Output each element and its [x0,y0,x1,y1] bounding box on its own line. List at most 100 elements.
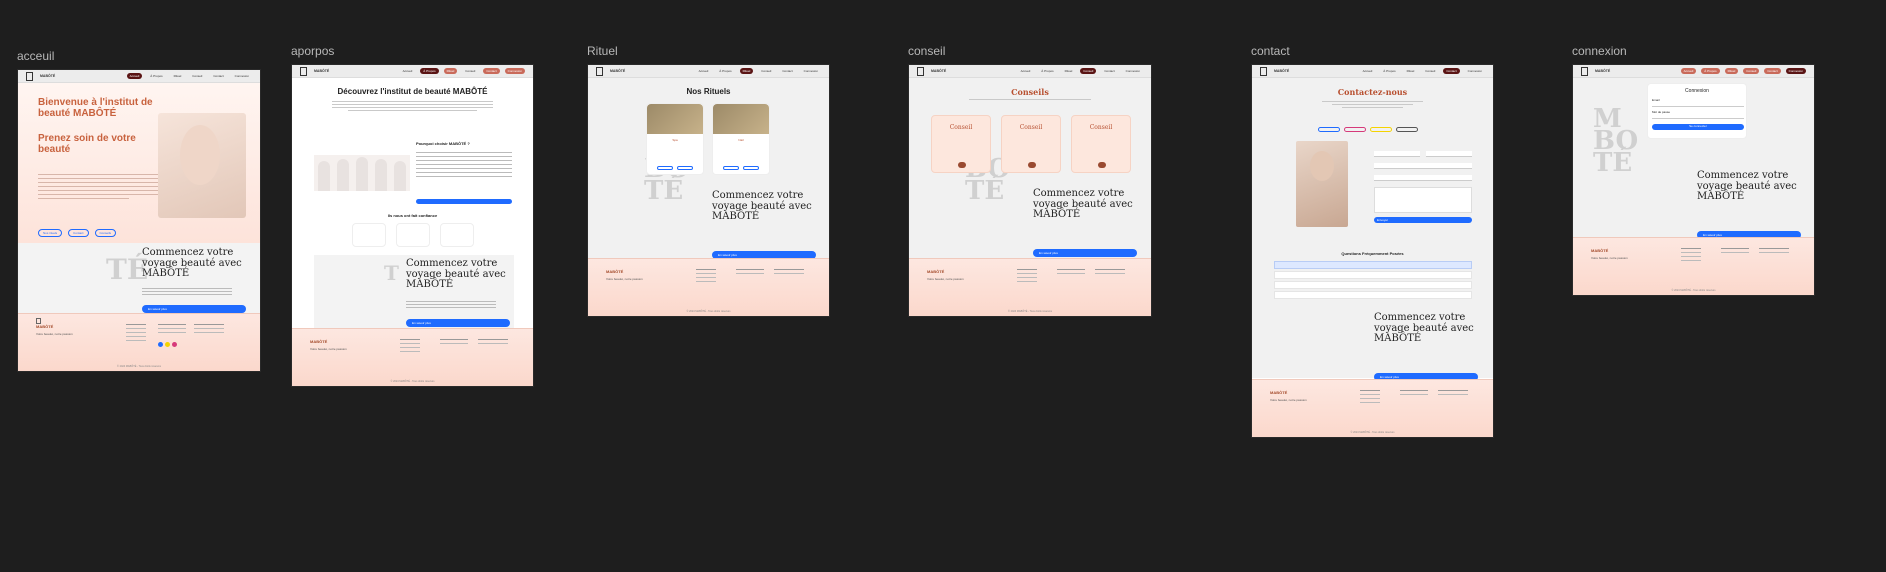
footer-contact-col [1400,388,1428,398]
nav-item-contact[interactable]: Contact [1443,68,1460,74]
nav-item-accueil[interactable]: Accueil [126,73,143,79]
ritual-image [647,104,703,134]
contact-title: Contactez-nous [1337,87,1408,97]
faq-item[interactable] [1274,271,1472,279]
contact-form: Envoyer [1374,151,1472,227]
navbar: MABÔTÉ Accueil À Propos Rituel Conseil C… [1252,65,1493,78]
cta-button[interactable]: En savoir plus [406,319,510,327]
ritual-card[interactable]: Nail [712,103,770,175]
nav-item-contact[interactable]: Contact [1764,68,1781,74]
ritual-book-button[interactable] [743,166,759,170]
footer-nav-col [126,322,146,344]
nav-item-contact[interactable]: Contact [1101,68,1117,74]
ritual-card[interactable]: Spa [646,103,704,175]
nav-item-contact[interactable]: Contact [483,68,500,74]
frame-acceuil: MABÔTÉ Accueil À Propos Rituel Conseil C… [17,69,261,372]
faq-item[interactable] [1274,261,1472,269]
nav-item-connexion[interactable]: Connexion [801,68,821,74]
instagram-button[interactable] [1344,127,1366,132]
nav-item-accueil[interactable]: Accueil [696,68,712,74]
nav-item-accueil[interactable]: Accueil [1360,68,1376,74]
phone-field[interactable] [1374,175,1472,181]
footer-nav-col [1017,267,1037,285]
nav-item-rituel[interactable]: Rituel [171,73,185,79]
nav-item-connexion[interactable]: Connexion [1123,68,1143,74]
nav-item-apropos[interactable]: À Propos [420,68,439,74]
ritual-book-button[interactable] [677,166,693,170]
footer-copyright: © 2024 MABÔTÉ - Tous droits réservés [117,365,161,368]
hero-button-conseils[interactable]: Conseils [94,229,117,237]
hero-button-contact[interactable]: Contact [68,229,89,237]
nav-item-rituel[interactable]: Rituel [1062,68,1076,74]
name-field[interactable] [1374,151,1420,157]
nav-item-rituel[interactable]: Rituel [1404,68,1418,74]
nav-item-conseil[interactable]: Conseil [1422,68,1438,74]
conseils-intro [969,99,1091,100]
nav-brand: MABÔTÉ [314,69,330,73]
nav-item-conseil[interactable]: Conseil [1080,68,1097,74]
conseil-card-button[interactable] [1098,162,1106,168]
cta-title: Commencez votre voyage beauté avec MABÔT… [142,247,242,279]
footer-nav-col [1360,388,1380,406]
ritual-details-button[interactable] [723,166,739,170]
conseil-card-button[interactable] [1028,162,1036,168]
message-field[interactable] [1374,187,1472,213]
footer-hours-col [478,337,508,347]
email-input[interactable] [1652,102,1744,107]
tiktok-button[interactable] [1396,127,1418,132]
nav-item-conseil[interactable]: Conseil [758,68,774,74]
ritual-details-button[interactable] [657,166,673,170]
nav-item-apropos[interactable]: À Propos [1380,68,1398,74]
nav-item-contact[interactable]: Contact [210,73,226,79]
footer-contact-col [440,337,468,347]
nav-brand: MABÔTÉ [40,74,56,78]
nav-item-connexion[interactable]: Connexion [504,68,525,74]
hero: Bienvenue à l'institut de beauté MABÔTÉ … [18,83,260,243]
cta-button[interactable]: En savoir plus [1033,249,1137,257]
nav-item-rituel[interactable]: Rituel [443,68,458,74]
conseil-card-title: Conseil [949,124,973,131]
conseil-card[interactable]: Conseil [1001,115,1061,173]
why-button[interactable] [416,199,512,204]
nav-item-apropos[interactable]: À Propos [1701,68,1720,74]
nav-item-connexion[interactable]: Connexion [1785,68,1806,74]
nav-item-contact[interactable]: Contact [779,68,795,74]
nav-item-connexion[interactable]: Connexion [232,73,252,79]
nav-item-conseil[interactable]: Conseil [1743,68,1760,74]
snapchat-icon[interactable] [165,342,170,347]
cta-text [142,286,232,297]
snapchat-button[interactable] [1370,127,1392,132]
conseil-card-button[interactable] [958,162,966,168]
cta-bg-letters: T [384,261,399,285]
nav-item-accueil[interactable]: Accueil [1680,68,1697,74]
faq-item[interactable] [1274,291,1472,299]
nav-item-connexion[interactable]: Connexion [1465,68,1485,74]
send-button[interactable]: Envoyer [1374,217,1472,223]
faq-item[interactable] [1274,281,1472,289]
nav-item-rituel[interactable]: Rituel [739,68,754,74]
nav-item-conseil[interactable]: Conseil [189,73,205,79]
facebook-icon[interactable] [158,342,163,347]
cta-section: T Commencez votre voyage beauté avec MAB… [314,255,514,331]
password-input[interactable] [1652,114,1744,119]
conseil-card[interactable]: Conseil [1071,115,1131,173]
nav-item-conseil[interactable]: Conseil [462,68,478,74]
instagram-icon[interactable] [172,342,177,347]
facebook-button[interactable] [1318,127,1340,132]
cta-button[interactable]: En savoir plus [142,305,246,313]
nav-brand: MABÔTÉ [931,69,947,73]
nav-item-apropos[interactable]: À Propos [1038,68,1056,74]
conseil-card[interactable]: Conseil [931,115,991,173]
surname-field[interactable] [1426,151,1472,157]
nav-item-apropos[interactable]: À Propos [716,68,734,74]
nav-item-rituel[interactable]: Rituel [1724,68,1739,74]
cta-text [406,299,496,310]
login-button[interactable]: Se connecter [1652,124,1744,130]
hero-button-rituels[interactable]: Nos rituels [38,229,63,237]
frame-rituel: MABÔTÉ Accueil À Propos Rituel Conseil C… [587,64,830,317]
nav-item-accueil[interactable]: Accueil [1018,68,1034,74]
navbar: MABÔTÉ Accueil À Propos Rituel Conseil C… [1573,65,1814,78]
nav-item-accueil[interactable]: Accueil [400,68,416,74]
email-field[interactable] [1374,163,1472,169]
nav-item-apropos[interactable]: À Propos [147,73,165,79]
